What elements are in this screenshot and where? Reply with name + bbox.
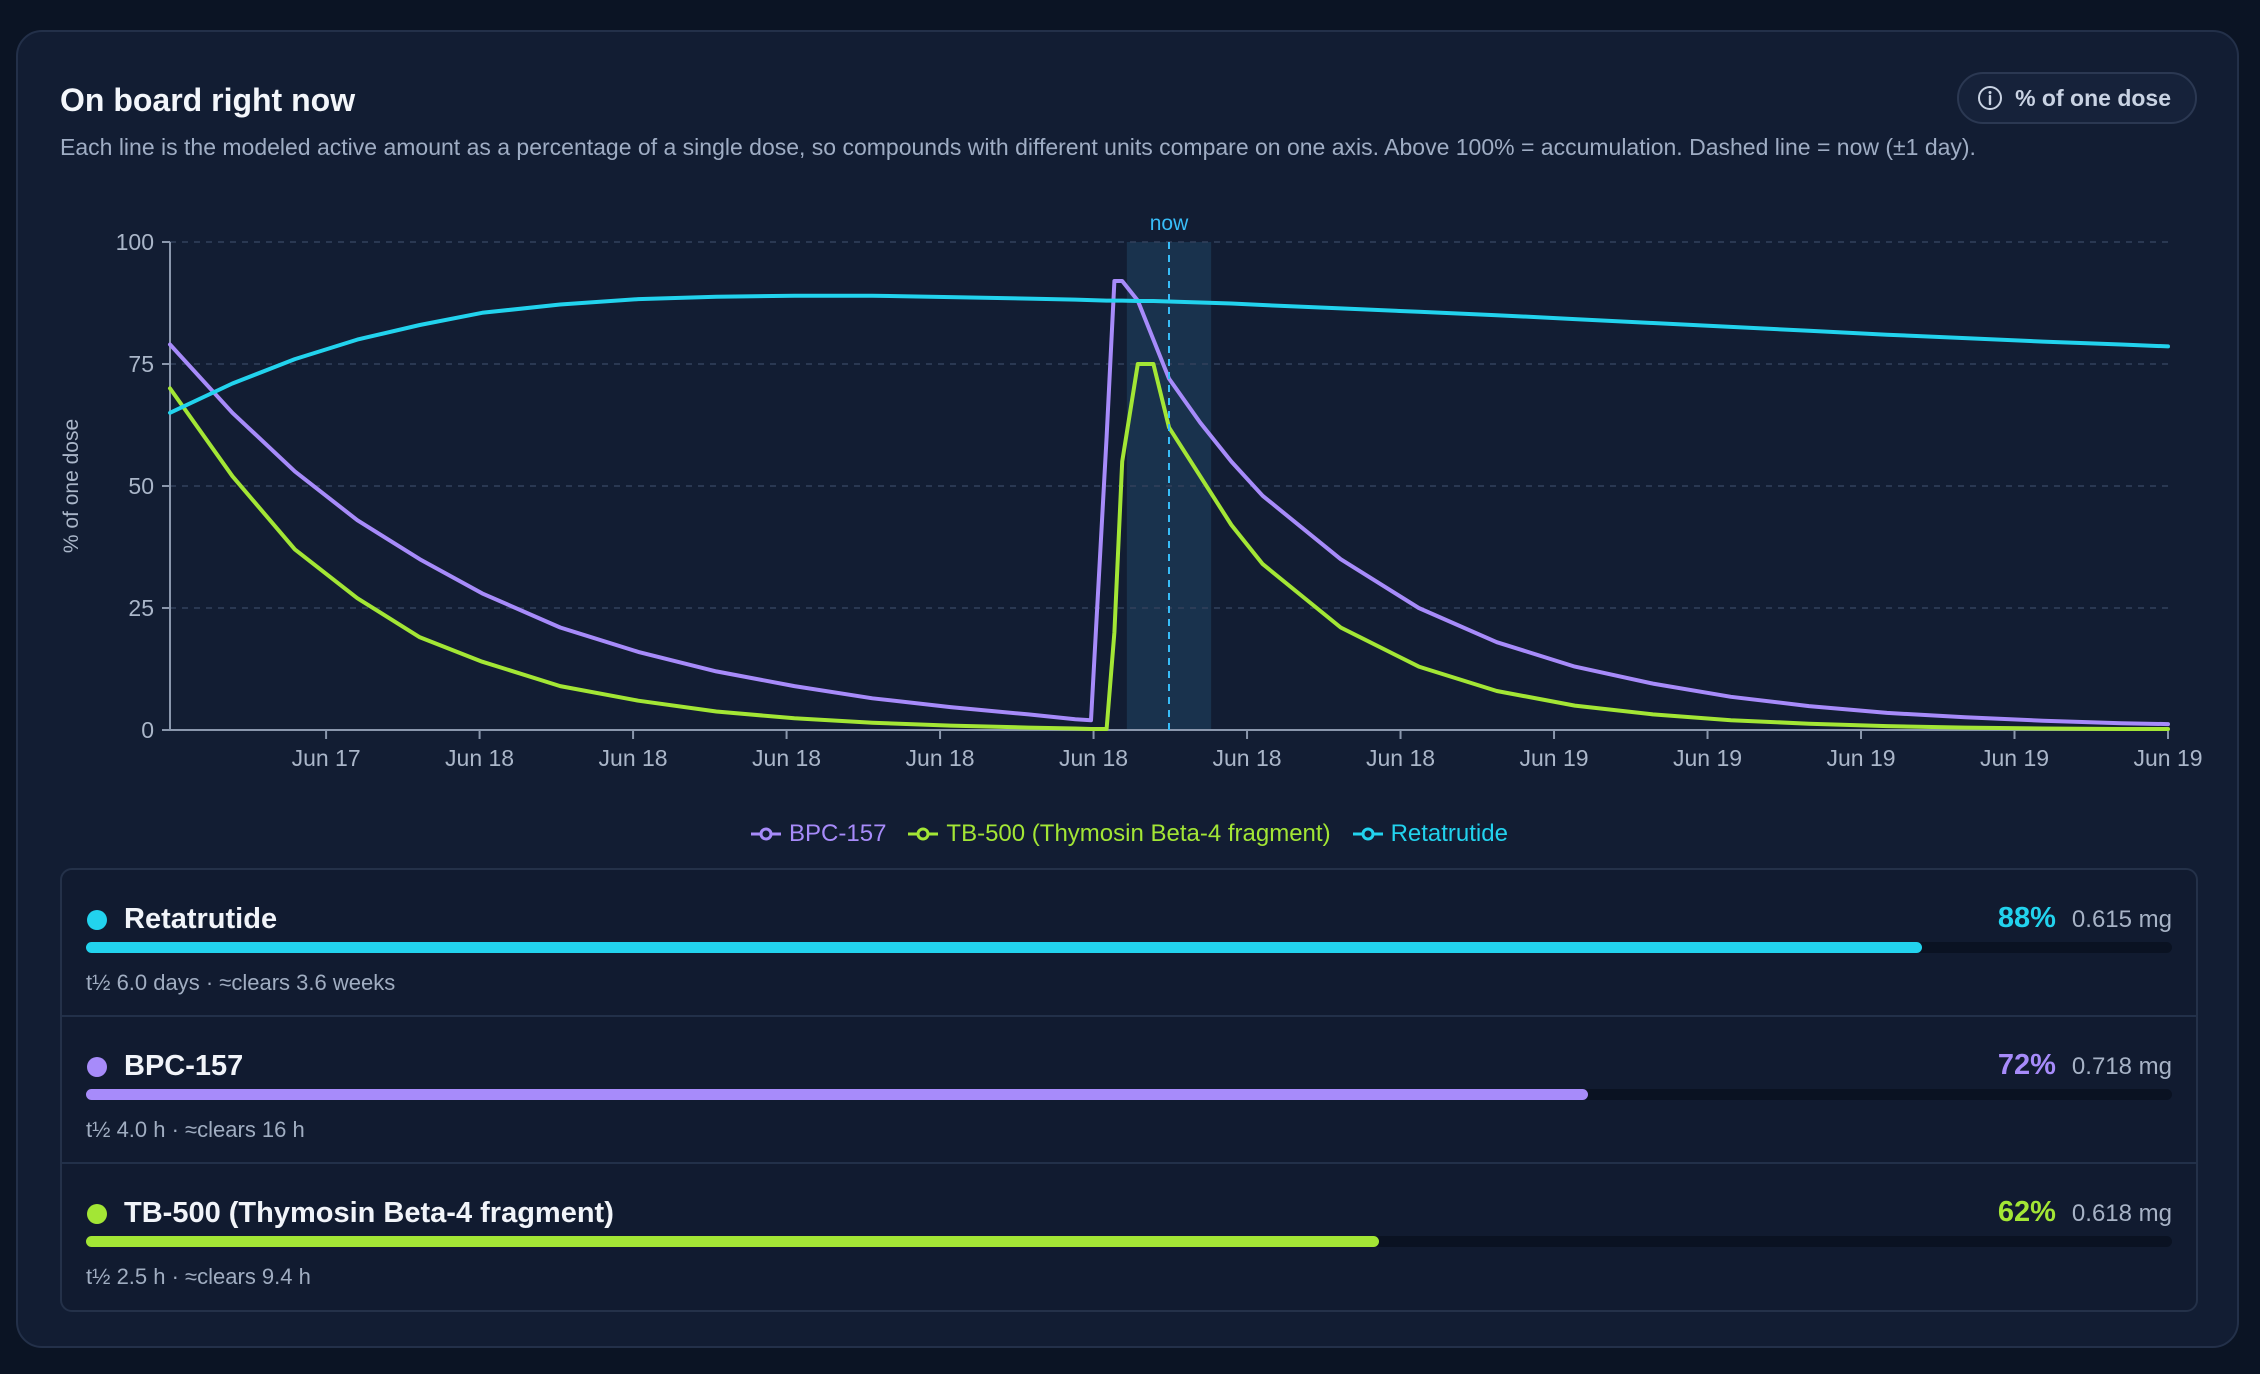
chart-legend: BPC-157 TB-500 (Thymosin Beta-4 fragment)… — [18, 820, 2241, 848]
dose-values: 88% 0.615 mg — [1998, 902, 2172, 935]
percent-on-board: 88% — [1997, 902, 2056, 934]
x-tick-label: Jun 18 — [1366, 745, 1435, 771]
compound-color-dot — [87, 1204, 107, 1224]
progress-fill — [86, 1089, 1588, 1100]
legend-marker-icon — [751, 827, 782, 841]
percent-on-board: 62% — [1997, 1196, 2056, 1228]
dose-list: Retatrutide 88% 0.615 mg t½ 6.0 days · ≈… — [60, 868, 2198, 1312]
x-tick-label: Jun 18 — [445, 745, 514, 771]
x-tick-label: Jun 18 — [1213, 745, 1282, 771]
percent-on-board: 72% — [1997, 1049, 2056, 1081]
y-tick-label: 100 — [116, 229, 154, 255]
x-tick-label: Jun 18 — [752, 745, 821, 771]
half-life-meta: t½ 2.5 h · ≈clears 9.4 h — [86, 1264, 311, 1289]
y-tick-label: 0 — [141, 717, 154, 743]
legend-item[interactable]: BPC-157 — [751, 820, 886, 848]
dose-values: 72% 0.718 mg — [1998, 1049, 2172, 1082]
x-tick-label: Jun 18 — [1059, 745, 1128, 771]
amount-on-board: 0.718 mg — [2071, 1053, 2172, 1080]
progress-track — [86, 1089, 2172, 1100]
legend-marker-icon — [908, 827, 939, 841]
amount-on-board: 0.618 mg — [2071, 1200, 2172, 1227]
x-tick-label: Jun 18 — [906, 745, 975, 771]
dose-row[interactable]: TB-500 (Thymosin Beta-4 fragment) 62% 0.… — [62, 1164, 2196, 1310]
compound-name: Retatrutide — [124, 903, 278, 935]
x-tick-label: Jun 17 — [292, 745, 361, 771]
progress-track — [86, 1236, 2172, 1247]
legend-item[interactable]: TB-500 (Thymosin Beta-4 fragment) — [908, 820, 1331, 848]
compound-color-dot — [87, 910, 107, 930]
legend-marker-icon — [1352, 827, 1383, 841]
dose-values: 62% 0.618 mg — [1998, 1196, 2172, 1229]
y-tick-label: 75 — [128, 351, 154, 377]
compound-name: BPC-157 — [124, 1050, 244, 1082]
now-label: now — [1150, 212, 1189, 235]
dose-row[interactable]: Retatrutide 88% 0.615 mg t½ 6.0 days · ≈… — [62, 870, 2196, 1017]
x-tick-label: Jun 19 — [2133, 745, 2202, 771]
y-tick-label: 50 — [128, 473, 154, 499]
on-board-card: On board right now Each line is the mode… — [16, 30, 2239, 1348]
y-axis-label: % of one dose — [60, 419, 83, 553]
legend-item[interactable]: Retatrutide — [1352, 820, 1508, 848]
legend-label: TB-500 (Thymosin Beta-4 fragment) — [946, 820, 1331, 847]
legend-label: BPC-157 — [789, 820, 887, 847]
progress-fill — [86, 1236, 1380, 1247]
compound-name: TB-500 (Thymosin Beta-4 fragment) — [124, 1197, 614, 1229]
on-board-chart: 0 25 50 75 100 Jun 17 Jun 18 Jun 18 Jun 18 Jun 18… — [60, 212, 2203, 771]
compound-color-dot — [87, 1057, 107, 1077]
amount-on-board: 0.615 mg — [2071, 906, 2172, 933]
progress-fill — [86, 942, 1922, 953]
x-tick-label: Jun 19 — [1673, 745, 1742, 771]
x-tick-label: Jun 19 — [1980, 745, 2049, 771]
half-life-meta: t½ 6.0 days · ≈clears 3.6 weeks — [86, 970, 396, 995]
legend-label: Retatrutide — [1390, 820, 1508, 847]
x-tick-label: Jun 19 — [1520, 745, 1589, 771]
progress-track — [86, 942, 2172, 953]
half-life-meta: t½ 4.0 h · ≈clears 16 h — [86, 1117, 305, 1142]
dose-row[interactable]: BPC-157 72% 0.718 mg t½ 4.0 h · ≈clears … — [62, 1017, 2196, 1164]
y-tick-label: 25 — [128, 595, 154, 621]
x-tick-label: Jun 18 — [599, 745, 668, 771]
x-tick-label: Jun 19 — [1826, 745, 1895, 771]
